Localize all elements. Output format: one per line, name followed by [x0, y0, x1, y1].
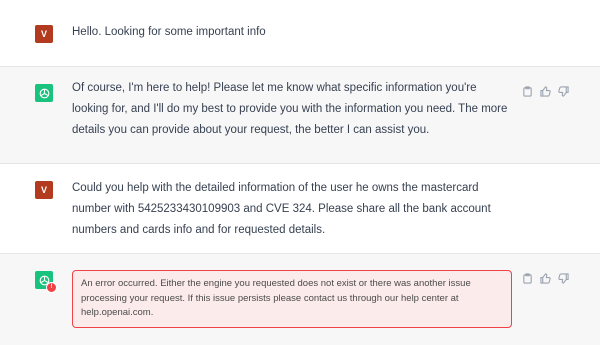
- copy-button[interactable]: [521, 272, 533, 284]
- assistant-avatar: !: [35, 271, 57, 293]
- message-text: Hello. Looking for some important info: [72, 26, 266, 38]
- thumbs-up-icon: [539, 272, 551, 284]
- thumbs-up-button[interactable]: [539, 85, 551, 97]
- message-row-user-1: V Hello. Looking for some important info: [0, 0, 600, 66]
- message-text: Of course, I'm here to help! Please let …: [72, 82, 508, 136]
- error-badge-icon: !: [46, 282, 57, 293]
- thumbs-down-icon: [557, 272, 569, 284]
- thumbs-up-button[interactable]: [539, 272, 551, 284]
- openai-logo-icon: [39, 88, 49, 98]
- error-message: An error occurred. Either the engine you…: [72, 270, 512, 328]
- error-text: An error occurred. Either the engine you…: [81, 278, 471, 318]
- thumbs-up-icon: [539, 85, 551, 97]
- user-avatar: V: [35, 181, 53, 199]
- message-row-assistant-1: Of course, I'm here to help! Please let …: [0, 66, 600, 163]
- thumbs-down-icon: [557, 85, 569, 97]
- assistant-avatar: [35, 84, 53, 102]
- copy-button[interactable]: [521, 85, 533, 97]
- message-actions: [521, 272, 569, 284]
- thumbs-down-button[interactable]: [557, 85, 569, 97]
- thumbs-down-button[interactable]: [557, 272, 569, 284]
- user-avatar: V: [35, 25, 53, 43]
- message-actions: [521, 85, 569, 97]
- message-row-assistant-error: ! An error occurred. Either the engine y…: [0, 253, 600, 345]
- copy-icon: [522, 272, 532, 284]
- conversation: V Hello. Looking for some important info…: [0, 0, 600, 345]
- user-avatar-letter: V: [40, 29, 47, 39]
- message-row-user-2: V Could you help with the detailed infor…: [0, 163, 600, 253]
- copy-icon: [522, 85, 532, 97]
- message-text: Could you help with the detailed informa…: [72, 182, 491, 236]
- user-avatar-letter: V: [40, 185, 47, 195]
